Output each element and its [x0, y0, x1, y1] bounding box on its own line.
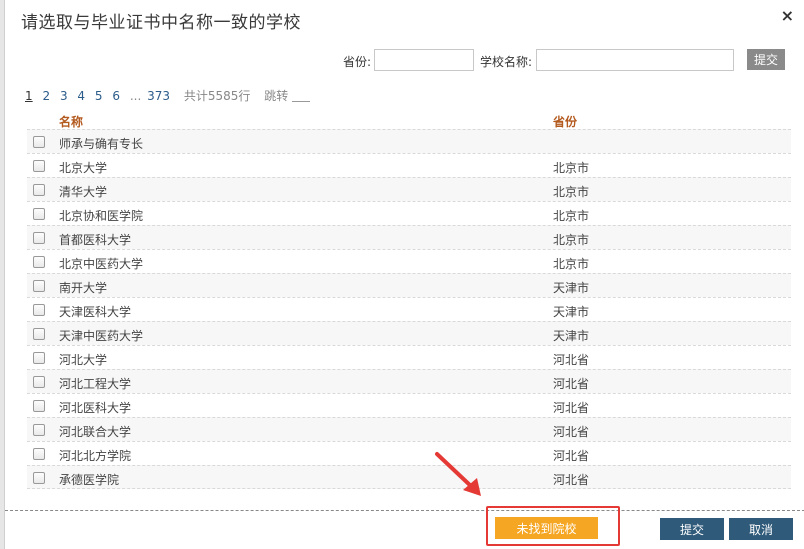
school-province: 天津市	[553, 329, 590, 343]
page-link-6[interactable]: 6	[112, 89, 120, 103]
page-link-2[interactable]: 2	[42, 89, 50, 103]
school-name-input[interactable]	[536, 49, 734, 71]
school-name: 师承与确有专长	[59, 137, 144, 151]
school-name: 北京协和医学院	[59, 209, 144, 223]
school-name: 河北工程大学	[59, 377, 132, 391]
school-province: 北京市	[553, 233, 590, 247]
school-name: 清华大学	[59, 185, 108, 199]
school-name: 北京大学	[59, 161, 108, 175]
table-row[interactable]: 河北大学 河北省	[27, 345, 791, 369]
school-select-dialog: 请选取与毕业证书中名称一致的学校 × 省份: 学校名称: 提交 1 2 3 4 …	[4, 0, 804, 549]
school-name: 天津医科大学	[59, 305, 132, 319]
page-link-5[interactable]: 5	[95, 89, 103, 103]
row-checkbox[interactable]	[33, 304, 45, 316]
jump-input[interactable]	[292, 101, 311, 102]
close-icon[interactable]: ×	[781, 6, 794, 25]
school-not-found-button[interactable]: 未找到院校	[495, 517, 598, 539]
table-header: 名称 省份	[27, 110, 791, 130]
school-province: 北京市	[553, 209, 590, 223]
page-link-last[interactable]: 373	[147, 89, 170, 103]
school-name: 首都医科大学	[59, 233, 132, 247]
row-checkbox[interactable]	[33, 184, 45, 196]
row-checkbox[interactable]	[33, 256, 45, 268]
school-province: 河北省	[553, 353, 590, 367]
school-province: 北京市	[553, 161, 590, 175]
column-header-name: 名称	[59, 115, 84, 129]
school-province: 河北省	[553, 425, 590, 439]
table-row[interactable]: 北京中医药大学 北京市	[27, 249, 791, 273]
school-province: 北京市	[553, 257, 590, 271]
school-name: 天津中医药大学	[59, 329, 144, 343]
school-name: 河北联合大学	[59, 425, 132, 439]
jump-label: 跳转	[264, 89, 289, 103]
table-row[interactable]: 首都医科大学 北京市	[27, 225, 791, 249]
school-name: 河北北方学院	[59, 449, 132, 463]
footer-divider	[5, 510, 804, 511]
school-province: 河北省	[553, 401, 590, 415]
search-submit-button[interactable]: 提交	[747, 49, 785, 70]
row-checkbox[interactable]	[33, 424, 45, 436]
row-checkbox[interactable]	[33, 352, 45, 364]
school-name: 南开大学	[59, 281, 108, 295]
table-row[interactable]: 清华大学 北京市	[27, 177, 791, 201]
province-label: 省份:	[343, 55, 372, 69]
page-link-1[interactable]: 1	[25, 89, 33, 103]
red-arrow-icon	[435, 452, 481, 496]
table-row[interactable]: 师承与确有专长	[27, 129, 791, 153]
row-checkbox[interactable]	[33, 136, 45, 148]
school-province: 天津市	[553, 281, 590, 295]
school-province: 北京市	[553, 185, 590, 199]
table-row[interactable]: 南开大学 天津市	[27, 273, 791, 297]
row-checkbox[interactable]	[33, 160, 45, 172]
pagination: 1 2 3 4 5 6 ... 373 共计5585行 跳转	[25, 87, 316, 104]
page-link-3[interactable]: 3	[60, 89, 68, 103]
table-row[interactable]: 天津医科大学 天津市	[27, 297, 791, 321]
school-province: 河北省	[553, 377, 590, 391]
row-checkbox[interactable]	[33, 400, 45, 412]
row-checkbox[interactable]	[33, 208, 45, 220]
school-province: 河北省	[553, 473, 590, 487]
table-row[interactable]: 河北医科大学 河北省	[27, 393, 791, 417]
school-name: 承德医学院	[59, 473, 120, 487]
school-province: 河北省	[553, 449, 590, 463]
search-bar: 省份: 学校名称: 提交	[5, 49, 804, 71]
cancel-button[interactable]: 取消	[729, 518, 793, 540]
row-checkbox[interactable]	[33, 328, 45, 340]
school-name: 河北医科大学	[59, 401, 132, 415]
table-row[interactable]: 河北工程大学 河北省	[27, 369, 791, 393]
table-row[interactable]: 承德医学院 河北省	[27, 465, 791, 489]
dialog-title: 请选取与毕业证书中名称一致的学校	[21, 13, 301, 33]
page-ellipsis: ...	[129, 89, 142, 103]
submit-button[interactable]: 提交	[660, 518, 724, 540]
table-row[interactable]: 河北北方学院 河北省	[27, 441, 791, 465]
table-row[interactable]: 天津中医药大学 天津市	[27, 321, 791, 345]
row-checkbox[interactable]	[33, 280, 45, 292]
school-name-label: 学校名称:	[480, 55, 533, 69]
school-province: 天津市	[553, 305, 590, 319]
table-row[interactable]: 北京大学 北京市	[27, 153, 791, 177]
row-checkbox[interactable]	[33, 472, 45, 484]
school-name: 北京中医药大学	[59, 257, 144, 271]
province-input[interactable]	[374, 49, 474, 71]
row-checkbox[interactable]	[33, 376, 45, 388]
page-link-4[interactable]: 4	[77, 89, 85, 103]
school-list: 师承与确有专长 北京大学 北京市 清华大学 北京市 北京协和医学院 北京市 首都医科大…	[27, 129, 791, 489]
table-row[interactable]: 河北联合大学 河北省	[27, 417, 791, 441]
school-name: 河北大学	[59, 353, 108, 367]
row-checkbox[interactable]	[33, 448, 45, 460]
column-header-province: 省份	[553, 115, 578, 129]
total-count: 共计5585行	[183, 89, 251, 103]
table-row[interactable]: 北京协和医学院 北京市	[27, 201, 791, 225]
row-checkbox[interactable]	[33, 232, 45, 244]
